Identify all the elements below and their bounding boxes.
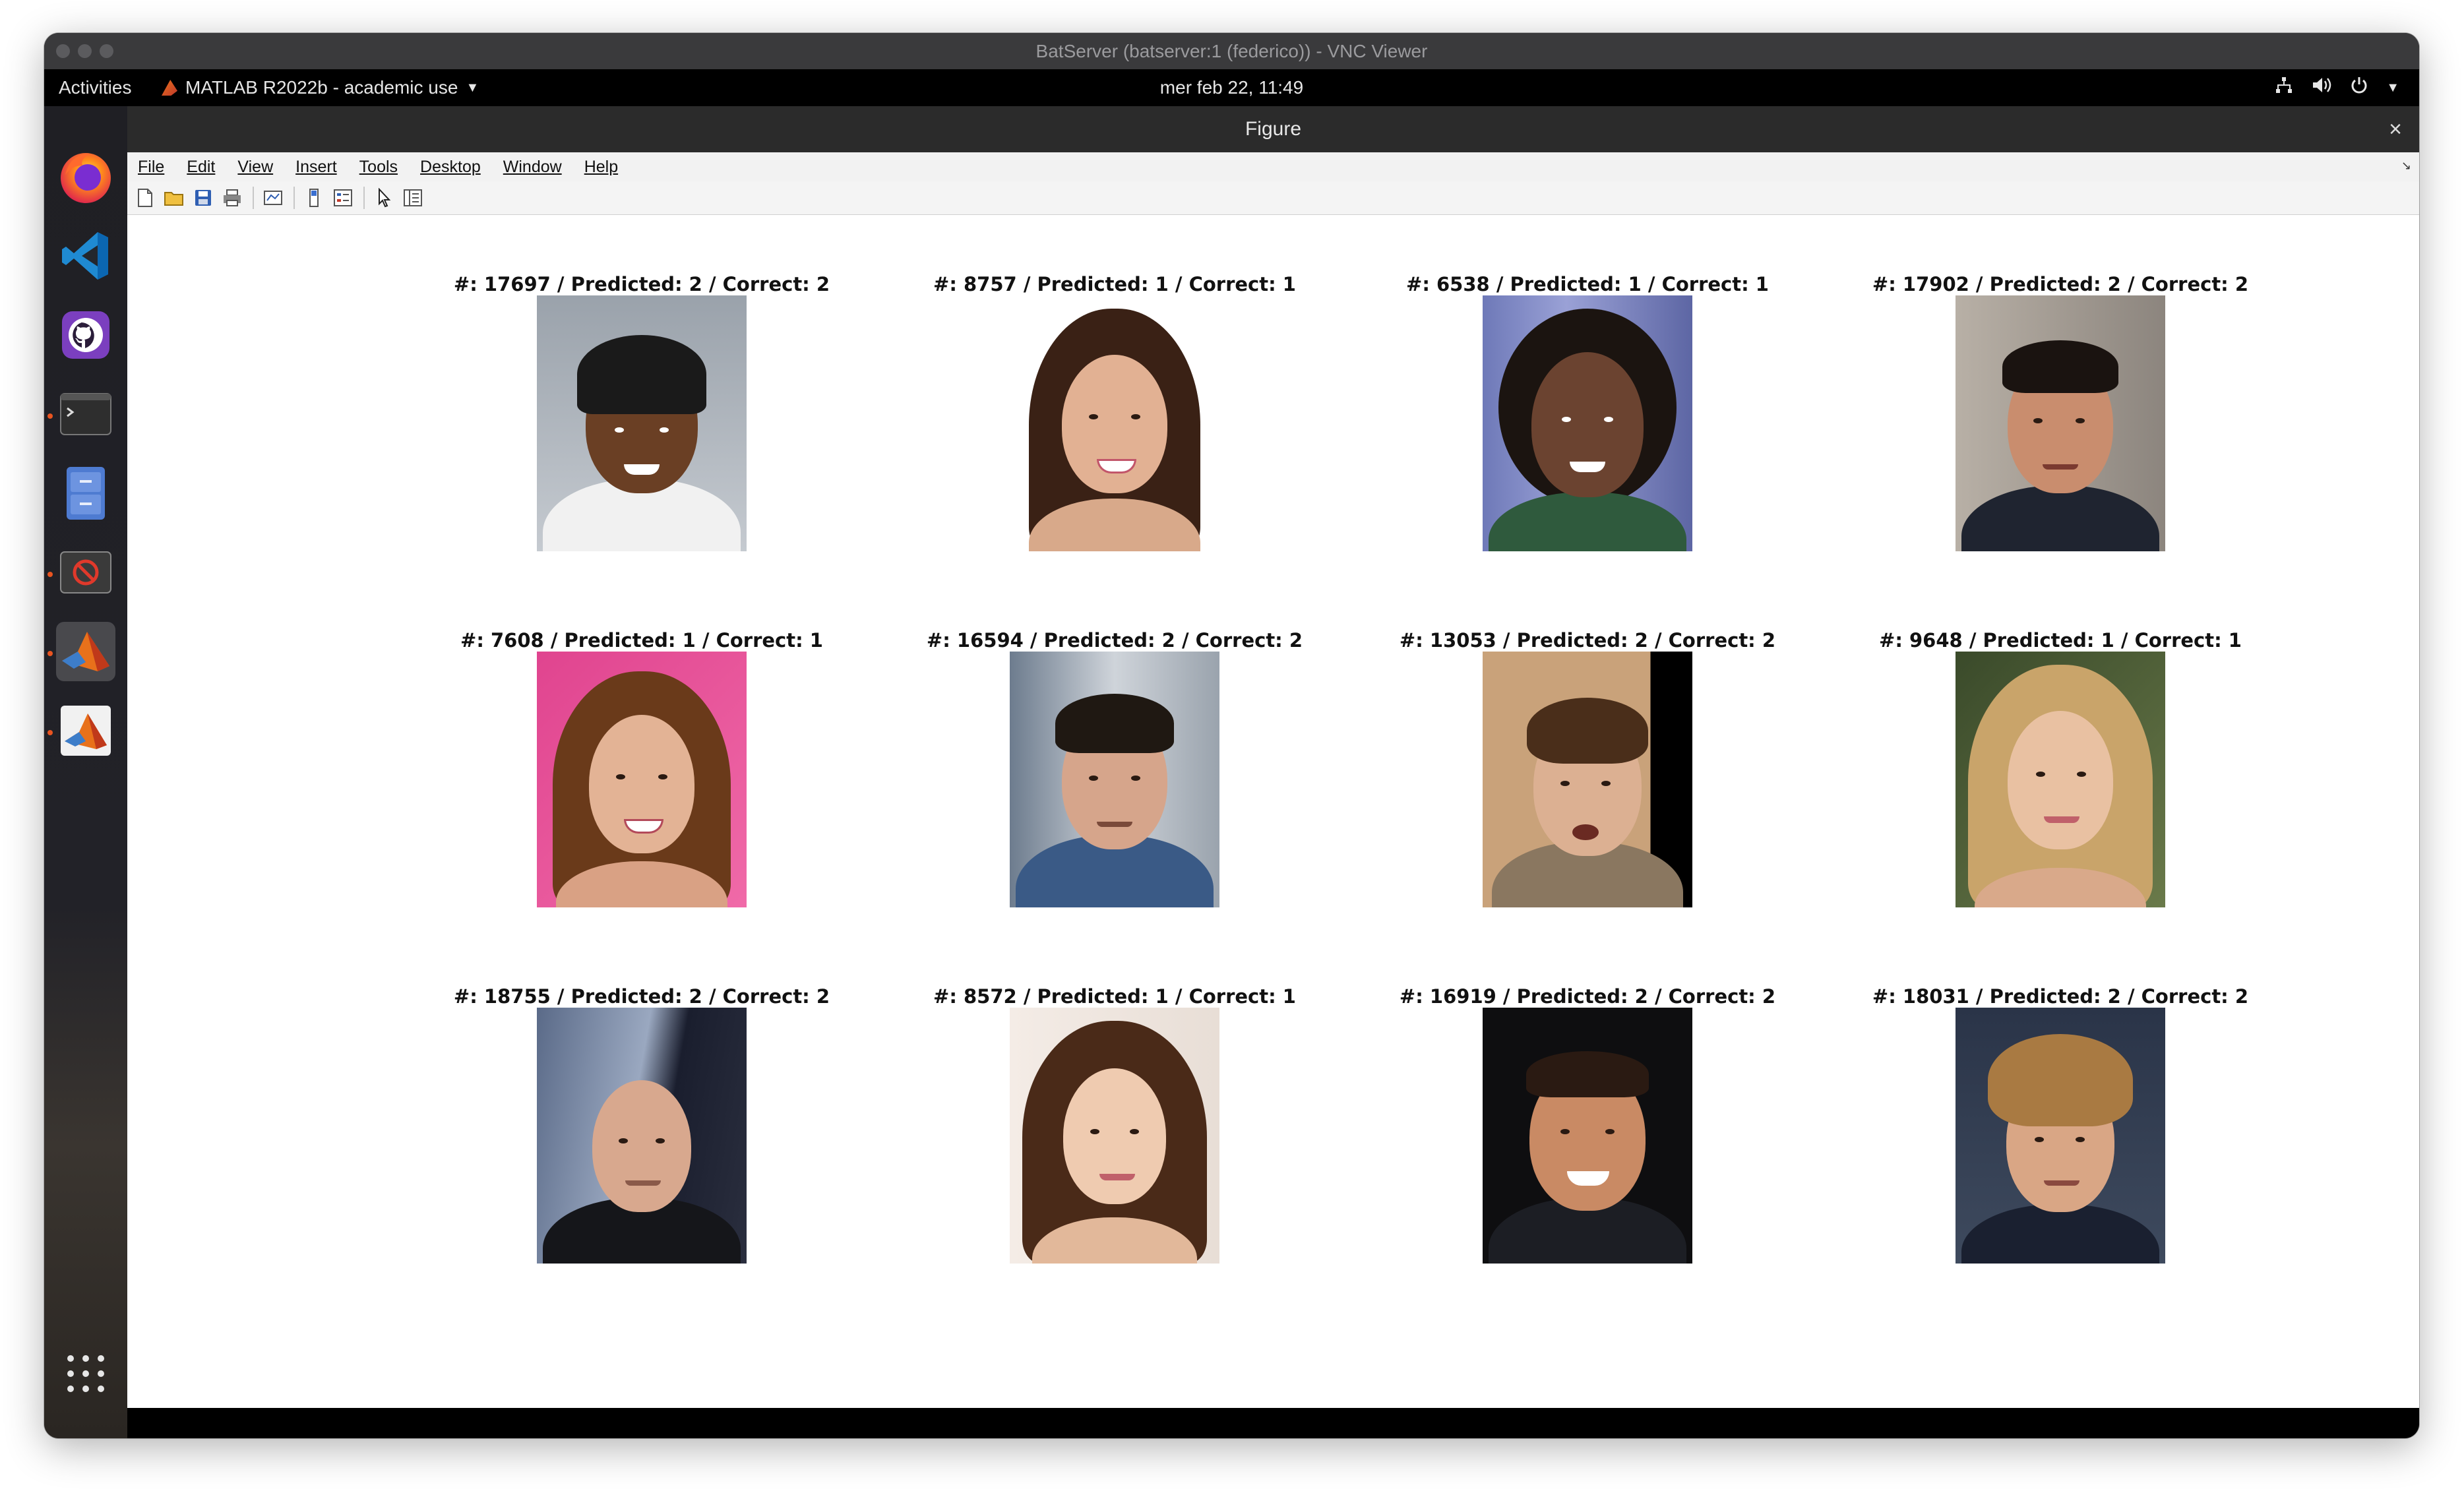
edit-plot-arrow-icon[interactable] bbox=[373, 187, 395, 209]
subplot-title: #: 17697 / Predicted: 2 / Correct: 2 bbox=[453, 273, 830, 295]
property-inspector-icon[interactable] bbox=[402, 187, 424, 209]
figure-toolbar bbox=[127, 181, 2419, 215]
github-desktop-icon bbox=[62, 311, 109, 359]
subplot-title: #: 13053 / Predicted: 2 / Correct: 2 bbox=[1399, 629, 1776, 652]
vnc-viewer-window: BatServer (batserver:1 (federico)) - VNC… bbox=[44, 33, 2419, 1438]
subplot-4[interactable]: #: 17902 / Predicted: 2 / Correct: 2 bbox=[1863, 273, 2258, 551]
subplot-title: #: 9648 / Predicted: 1 / Correct: 1 bbox=[1879, 629, 2242, 652]
dock bbox=[44, 106, 127, 1438]
menu-edit[interactable]: Edit bbox=[187, 158, 215, 177]
menu-insert[interactable]: Insert bbox=[295, 158, 337, 177]
menu-window[interactable]: Window bbox=[503, 158, 562, 177]
subplot-title: #: 7608 / Predicted: 1 / Correct: 1 bbox=[460, 629, 823, 652]
face-image[interactable] bbox=[1483, 295, 1692, 551]
dock-figure-arrow-icon[interactable]: ↘ bbox=[2401, 159, 2411, 173]
matlab-icon bbox=[62, 632, 109, 671]
save-icon[interactable] bbox=[192, 187, 214, 209]
subplot-title: #: 18755 / Predicted: 2 / Correct: 2 bbox=[453, 985, 830, 1008]
dock-firefox[interactable] bbox=[56, 147, 115, 206]
subplot-title: #: 17902 / Predicted: 2 / Correct: 2 bbox=[1872, 273, 2249, 295]
terminal-icon bbox=[60, 393, 111, 435]
face-image[interactable] bbox=[1010, 1008, 1219, 1264]
blocked-app-icon bbox=[60, 551, 111, 594]
face-image[interactable] bbox=[537, 1008, 747, 1264]
volume-icon[interactable] bbox=[2311, 75, 2332, 100]
print-icon[interactable] bbox=[221, 187, 243, 209]
show-apps-button[interactable] bbox=[56, 1344, 115, 1403]
legend-icon[interactable] bbox=[332, 187, 354, 209]
subplot-title: #: 16919 / Predicted: 2 / Correct: 2 bbox=[1399, 985, 1776, 1008]
figure-menubar: File Edit View Insert Tools Desktop Wind… bbox=[127, 152, 2419, 182]
subplot-2[interactable]: #: 8757 / Predicted: 1 / Correct: 1 bbox=[917, 273, 1312, 551]
face-image[interactable] bbox=[1956, 1008, 2165, 1264]
face-image[interactable] bbox=[537, 295, 747, 551]
figure-bottom-border bbox=[127, 1408, 2419, 1438]
open-file-icon[interactable] bbox=[163, 187, 185, 209]
clock[interactable]: mer feb 22, 11:49 bbox=[44, 69, 2419, 106]
subplot-9[interactable]: #: 18755 / Predicted: 2 / Correct: 2 bbox=[444, 985, 840, 1264]
chevron-down-icon[interactable]: ▼ bbox=[2386, 80, 2399, 96]
menu-help[interactable]: Help bbox=[584, 158, 618, 177]
face-image[interactable] bbox=[1956, 295, 2165, 551]
dock-matlab[interactable] bbox=[56, 701, 115, 760]
menu-view[interactable]: View bbox=[237, 158, 273, 177]
dock-vscode[interactable] bbox=[56, 226, 115, 286]
new-figure-icon[interactable] bbox=[134, 187, 156, 209]
subplot-8[interactable]: #: 9648 / Predicted: 1 / Correct: 1 bbox=[1863, 629, 2258, 907]
face-image[interactable] bbox=[1483, 1008, 1692, 1264]
toolbar-separator bbox=[253, 187, 254, 209]
figure-title: Figure bbox=[1245, 118, 1302, 140]
close-icon[interactable]: × bbox=[2389, 106, 2402, 152]
colorbar-icon[interactable] bbox=[303, 187, 325, 209]
link-plot-icon[interactable] bbox=[262, 187, 284, 209]
subplot-11[interactable]: #: 16919 / Predicted: 2 / Correct: 2 bbox=[1390, 985, 1785, 1264]
dock-github[interactable] bbox=[56, 305, 115, 365]
matlab-figure-window: Figure × File Edit View Insert Tools Des… bbox=[127, 106, 2419, 1408]
subplot-10[interactable]: #: 8572 / Predicted: 1 / Correct: 1 bbox=[917, 985, 1312, 1264]
dock-matlab-active[interactable] bbox=[56, 622, 115, 681]
subplot-6[interactable]: #: 16594 / Predicted: 2 / Correct: 2 bbox=[917, 629, 1312, 907]
toolbar-separator bbox=[363, 187, 365, 209]
face-image[interactable] bbox=[1483, 652, 1692, 907]
vnc-titlebar[interactable]: BatServer (batserver:1 (federico)) - VNC… bbox=[44, 33, 2419, 70]
firefox-icon bbox=[61, 153, 111, 203]
subplot-7[interactable]: #: 13053 / Predicted: 2 / Correct: 2 bbox=[1390, 629, 1785, 907]
dock-blocked-app[interactable] bbox=[56, 543, 115, 602]
subplot-title: #: 8572 / Predicted: 1 / Correct: 1 bbox=[933, 985, 1296, 1008]
face-image[interactable] bbox=[537, 652, 747, 907]
subplot-12[interactable]: #: 18031 / Predicted: 2 / Correct: 2 bbox=[1863, 985, 2258, 1264]
network-icon[interactable] bbox=[2274, 75, 2294, 100]
menu-desktop[interactable]: Desktop bbox=[420, 158, 481, 177]
subplot-title: #: 16594 / Predicted: 2 / Correct: 2 bbox=[926, 629, 1303, 652]
toolbar-separator bbox=[293, 187, 295, 209]
dock-terminal[interactable] bbox=[56, 384, 115, 444]
figure-titlebar[interactable]: Figure × bbox=[127, 106, 2419, 152]
gnome-top-bar: Activities MATLAB R2022b - academic use … bbox=[44, 69, 2419, 106]
subplot-title: #: 8757 / Predicted: 1 / Correct: 1 bbox=[933, 273, 1296, 295]
dock-files[interactable] bbox=[56, 464, 115, 523]
show-apps-grid-icon bbox=[67, 1355, 104, 1392]
menu-tools[interactable]: Tools bbox=[359, 158, 398, 177]
plot-area[interactable]: #: 17697 / Predicted: 2 / Correct: 2 #: … bbox=[127, 215, 2419, 1408]
subplot-5[interactable]: #: 7608 / Predicted: 1 / Correct: 1 bbox=[444, 629, 840, 907]
face-image[interactable] bbox=[1010, 295, 1219, 551]
matlab-icon bbox=[61, 706, 111, 756]
subplot-1[interactable]: #: 17697 / Predicted: 2 / Correct: 2 bbox=[444, 273, 840, 551]
subplot-title: #: 6538 / Predicted: 1 / Correct: 1 bbox=[1406, 273, 1769, 295]
menu-file[interactable]: File bbox=[138, 158, 164, 177]
system-tray[interactable]: ▼ bbox=[2274, 69, 2399, 106]
face-image[interactable] bbox=[1956, 652, 2165, 907]
subplot-title: #: 18031 / Predicted: 2 / Correct: 2 bbox=[1872, 985, 2249, 1008]
file-cabinet-icon bbox=[67, 467, 105, 520]
face-image[interactable] bbox=[1010, 652, 1219, 907]
subplot-3[interactable]: #: 6538 / Predicted: 1 / Correct: 1 bbox=[1390, 273, 1785, 551]
vscode-icon bbox=[62, 232, 108, 280]
power-icon[interactable] bbox=[2349, 75, 2369, 100]
vnc-window-title: BatServer (batserver:1 (federico)) - VNC… bbox=[1035, 41, 1428, 61]
